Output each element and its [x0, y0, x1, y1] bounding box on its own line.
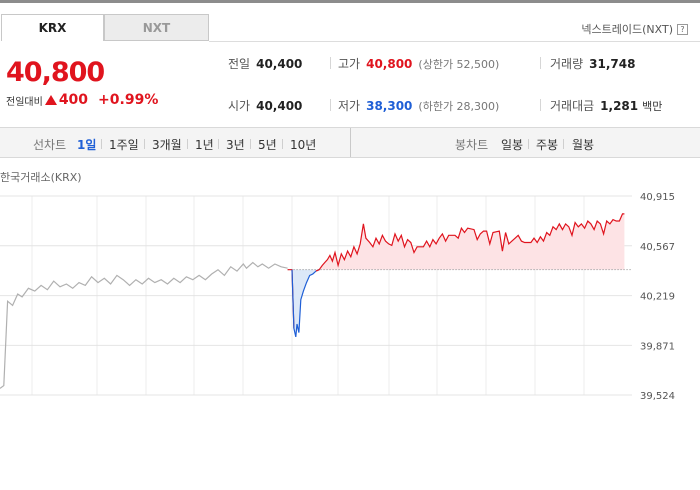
stat-open: 시가 40,400 [228, 97, 302, 114]
stat-high: 고가 40,800 (상한가 52,500) [338, 55, 499, 72]
period-5y[interactable]: 5년 [258, 136, 277, 153]
period-divider [528, 139, 529, 149]
stat-label: 거래량 [550, 57, 584, 71]
y-tick-label: 40,915 [640, 192, 675, 203]
period-divider [250, 139, 251, 149]
period-divider [282, 139, 283, 149]
previous-session-line [0, 261, 288, 389]
help-icon[interactable]: ? [677, 23, 688, 35]
period-3y[interactable]: 3년 [226, 136, 245, 153]
period-10y[interactable]: 10년 [290, 136, 316, 153]
stat-value: 38,300 [366, 99, 413, 113]
period-3m[interactable]: 3개월 [152, 136, 182, 153]
price-chart[interactable]: 40,915 40,567 40,219 39,871 39,524 [0, 185, 700, 400]
lower-limit-label: (하한가 28,300) [418, 100, 500, 113]
stat-label: 저가 [338, 99, 361, 113]
y-tick-label: 40,219 [640, 292, 675, 303]
candle-chart-label: 봉차트 [455, 138, 489, 152]
period-1w[interactable]: 1주일 [109, 136, 139, 153]
stat-prev-close: 전일 40,400 [228, 55, 302, 72]
upper-limit-label: (상한가 52,500) [418, 58, 500, 71]
up-arrow-icon [44, 94, 57, 105]
price-change: 전일대비 400 +0.99% [6, 92, 158, 108]
stat-value: 1,281 [600, 99, 639, 113]
top-border [0, 0, 700, 3]
stat-label: 시가 [228, 99, 251, 113]
nxt-link[interactable]: 넥스트레이드(NXT) ? [581, 21, 688, 37]
period-divider [218, 139, 219, 149]
stat-label: 전일 [228, 57, 251, 71]
candle-daily[interactable]: 일봉 [501, 136, 523, 153]
chart-caption: 한국거래소(KRX) [0, 171, 82, 184]
period-divider [187, 139, 188, 149]
period-1y[interactable]: 1년 [195, 136, 214, 153]
stat-value: 40,800 [366, 57, 413, 71]
stat-divider [540, 99, 541, 111]
stat-unit: 백만 [642, 100, 663, 113]
y-tick-label: 40,567 [640, 242, 675, 253]
y-tick-label: 39,524 [640, 391, 675, 400]
period-divider [563, 139, 564, 149]
y-tick-label: 39,871 [640, 341, 675, 352]
change-value: 400 [58, 92, 89, 108]
period-bar: 선차트 1일 1주일 3개월 1년 3년 5년 10년 봉차트 일봉 주봉 월봉 [0, 127, 700, 158]
current-price: 40,800 [6, 57, 105, 88]
stat-trade-value: 거래대금 1,281 백만 [550, 97, 662, 114]
period-1d[interactable]: 1일 [77, 136, 96, 153]
candle-monthly[interactable]: 월봉 [572, 136, 594, 153]
tab-underline [209, 41, 700, 42]
tab-krx[interactable]: KRX [1, 14, 104, 41]
tab-nxt[interactable]: NXT [104, 14, 209, 41]
nxt-link-label: 넥스트레이드(NXT) [581, 23, 673, 36]
stat-divider [330, 57, 331, 69]
stat-value: 40,400 [256, 57, 303, 71]
stat-value: 40,400 [256, 99, 303, 113]
stat-label: 거래대금 [550, 99, 595, 113]
period-divider [101, 139, 102, 149]
stat-value: 31,748 [589, 57, 636, 71]
period-bar-divider [350, 128, 351, 157]
stat-label: 고가 [338, 57, 361, 71]
stat-divider [330, 99, 331, 111]
change-percent: +0.99% [98, 92, 159, 108]
line-chart-label: 선차트 [33, 138, 67, 152]
stat-divider [540, 57, 541, 69]
period-divider [144, 139, 145, 149]
change-label: 전일대비 [6, 96, 43, 108]
stat-volume: 거래량 31,748 [550, 55, 635, 72]
stat-low: 저가 38,300 (하한가 28,300) [338, 97, 499, 114]
candle-weekly[interactable]: 주봉 [536, 136, 558, 153]
